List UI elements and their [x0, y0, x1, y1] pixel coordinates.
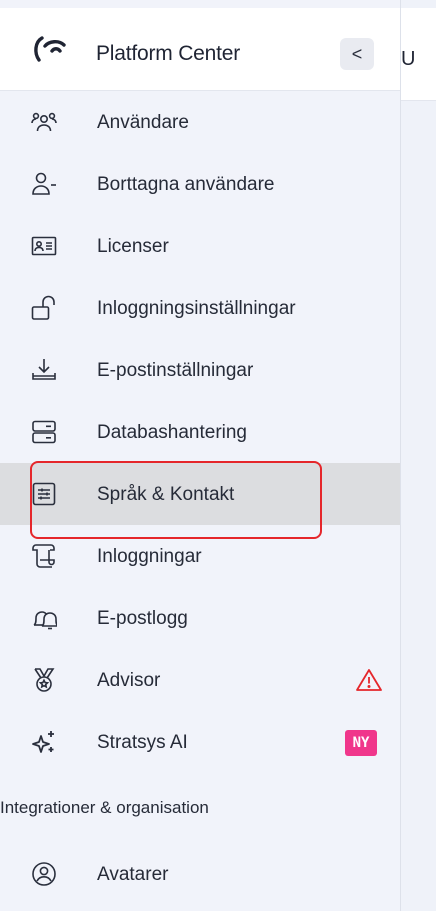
- sidebar-item-inloggningsinstallningar[interactable]: Inloggningsinställningar: [0, 277, 400, 339]
- sidebar-item-advisor[interactable]: Advisor: [0, 649, 400, 711]
- collapse-sidebar-button[interactable]: <: [340, 38, 374, 70]
- sidebar-item-sprak-kontakt[interactable]: Språk & Kontakt: [0, 463, 400, 525]
- download-tray-icon: [31, 357, 57, 383]
- sidebar-item-anvandare[interactable]: Användare: [0, 91, 400, 153]
- user-minus-icon: [31, 171, 57, 197]
- sidebar-item-e-postlogg[interactable]: E-postlogg: [0, 587, 400, 649]
- main-header: U: [401, 8, 436, 101]
- sidebar-item-label: Inloggningar: [97, 546, 202, 567]
- sidebar-item-label: Stratsys AI: [97, 732, 188, 753]
- warning-icon: [356, 668, 382, 692]
- section-heading-integrationer: Integrationer & organisation: [0, 798, 209, 817]
- sidebar-item-licenser[interactable]: Licenser: [0, 215, 400, 277]
- sidebar-item-stratsys-ai[interactable]: Stratsys AI NY: [0, 711, 400, 773]
- sidebar: Platform Center < Användare Borttagna an…: [0, 0, 401, 911]
- bells-icon: [31, 605, 59, 631]
- stratsys-logo-icon[interactable]: [31, 34, 67, 64]
- sidebar-item-label: Användare: [97, 112, 189, 133]
- main-header-text: U: [401, 48, 416, 70]
- sidebar-item-borttagna-anvandare[interactable]: Borttagna användare: [0, 153, 400, 215]
- sidebar-item-label: E-postlogg: [97, 608, 188, 629]
- id-card-icon: [31, 233, 57, 259]
- sidebar-item-label: Databashantering: [97, 422, 247, 443]
- server-icon: [31, 419, 57, 445]
- sidebar-item-label: Borttagna användare: [97, 174, 275, 195]
- chevron-left-icon: <: [351, 43, 363, 64]
- sidebar-item-label: Licenser: [97, 236, 169, 257]
- sliders-panel-icon: [31, 481, 57, 507]
- app-title: Platform Center: [96, 42, 241, 65]
- new-badge: NY: [345, 730, 377, 756]
- sidebar-item-label: Advisor: [97, 670, 161, 691]
- medal-icon: [31, 667, 57, 693]
- sidebar-item-e-postinstallningar[interactable]: E-postinställningar: [0, 339, 400, 401]
- lock-open-icon: [31, 295, 57, 321]
- sidebar-item-label: Avatarer: [97, 864, 169, 885]
- user-circle-icon: [31, 861, 57, 887]
- sidebar-item-inloggningar[interactable]: Inloggningar: [0, 525, 400, 587]
- sidebar-item-avatarer[interactable]: Avatarer: [0, 843, 400, 905]
- sidebar-item-label: E-postinställningar: [97, 360, 254, 381]
- sidebar-item-databashantering[interactable]: Databashantering: [0, 401, 400, 463]
- sparkles-icon: [31, 729, 57, 755]
- users-icon: [31, 109, 57, 135]
- sidebar-header: Platform Center <: [0, 8, 400, 91]
- scroll-icon: [31, 543, 57, 569]
- sidebar-item-label: Inloggningsinställningar: [97, 298, 296, 319]
- sidebar-item-label: Språk & Kontakt: [97, 484, 235, 505]
